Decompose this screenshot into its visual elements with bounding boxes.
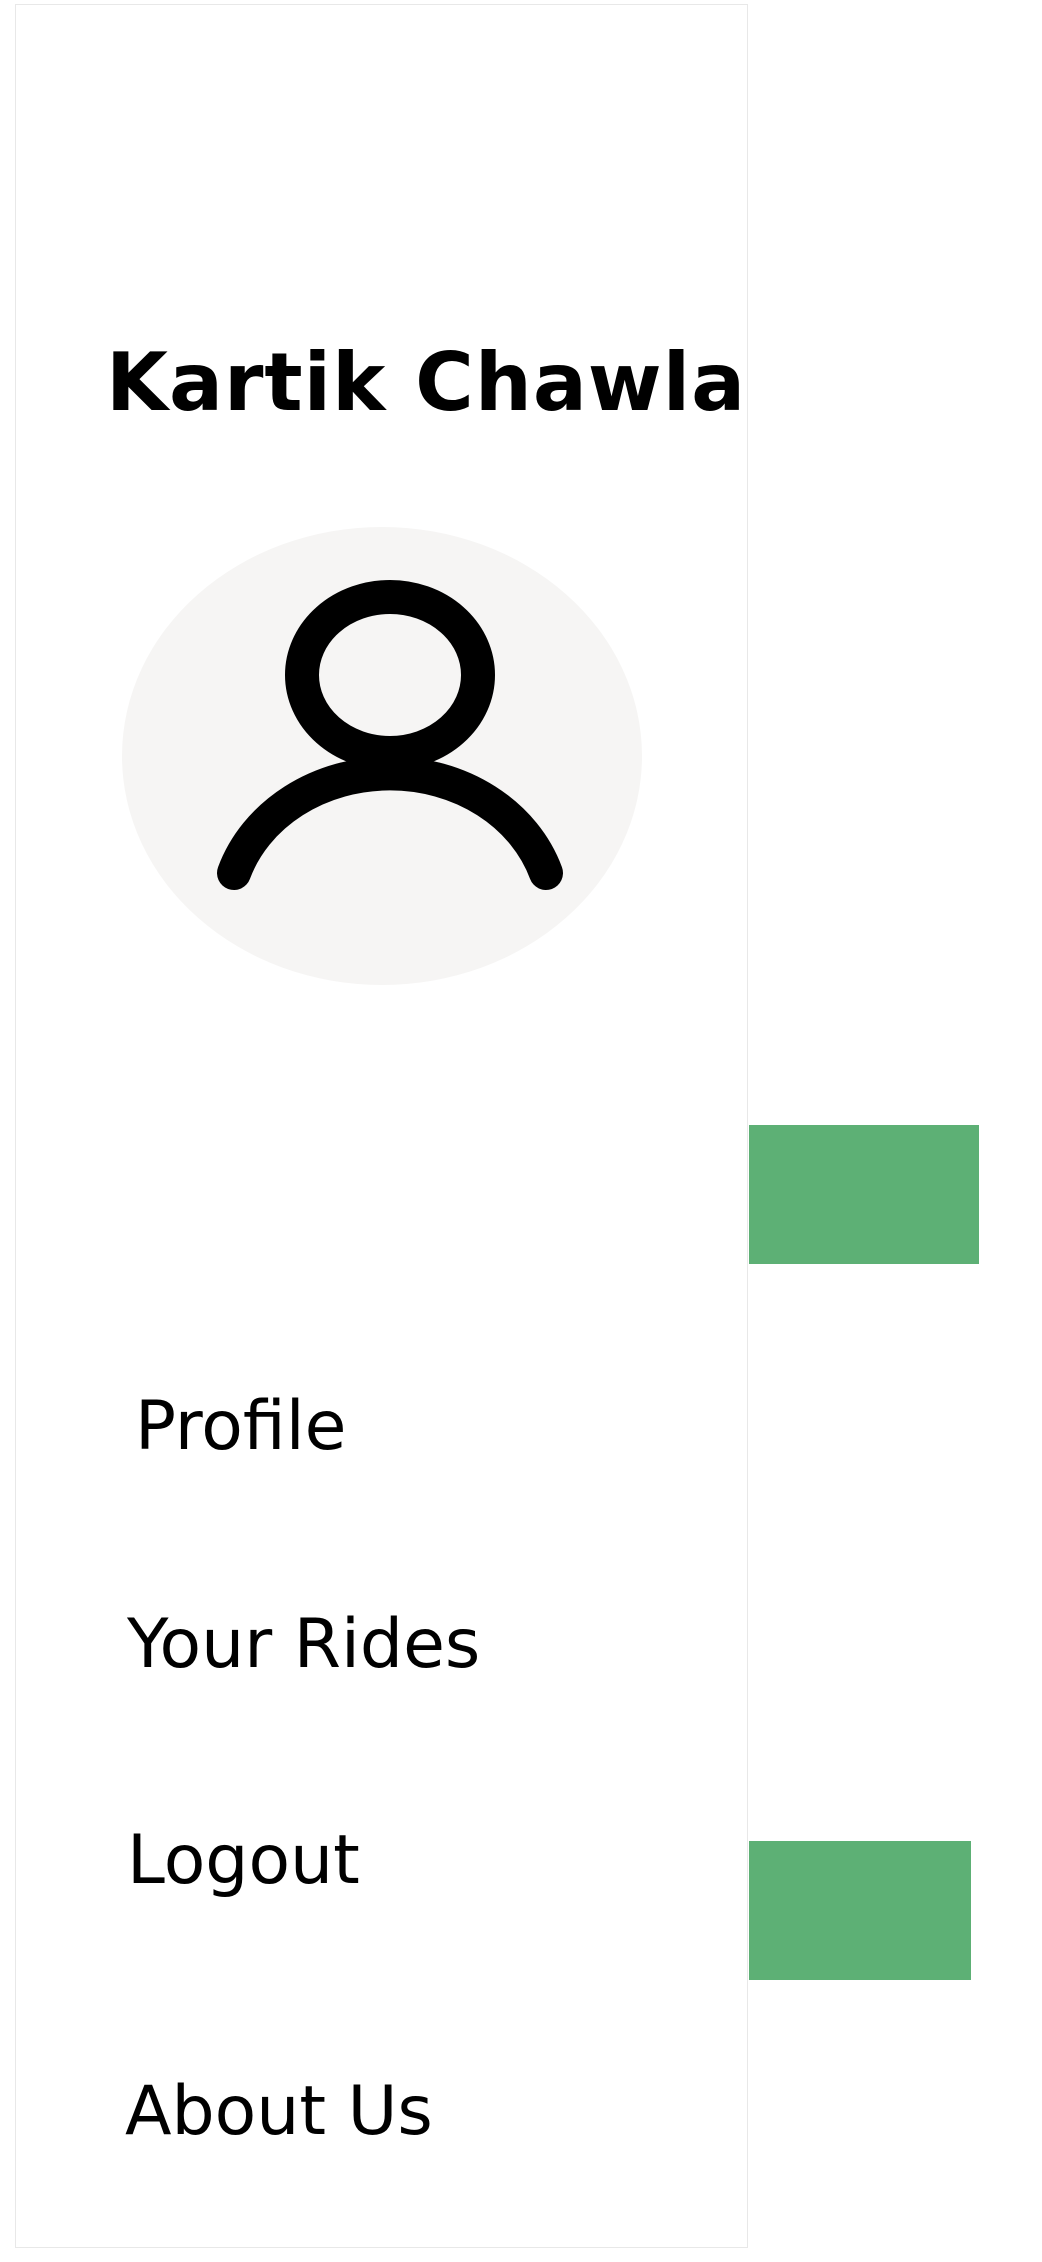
- menu-item-about-us[interactable]: About Us: [125, 2078, 433, 2146]
- background-green-block: [749, 1125, 979, 1264]
- user-name: Kartik Chawla: [106, 336, 747, 429]
- user-icon: [217, 580, 563, 890]
- menu-item-profile[interactable]: Profile: [135, 1393, 346, 1461]
- background-green-block: [749, 1841, 971, 1980]
- app-screen: Kartik Chawla Profile Your Rides Logout …: [0, 0, 1042, 2262]
- menu-item-your-rides[interactable]: Your Rides: [127, 1611, 480, 1679]
- navigation-drawer: Kartik Chawla Profile Your Rides Logout …: [15, 4, 748, 2248]
- menu-item-logout[interactable]: Logout: [127, 1827, 360, 1895]
- avatar[interactable]: [122, 527, 642, 985]
